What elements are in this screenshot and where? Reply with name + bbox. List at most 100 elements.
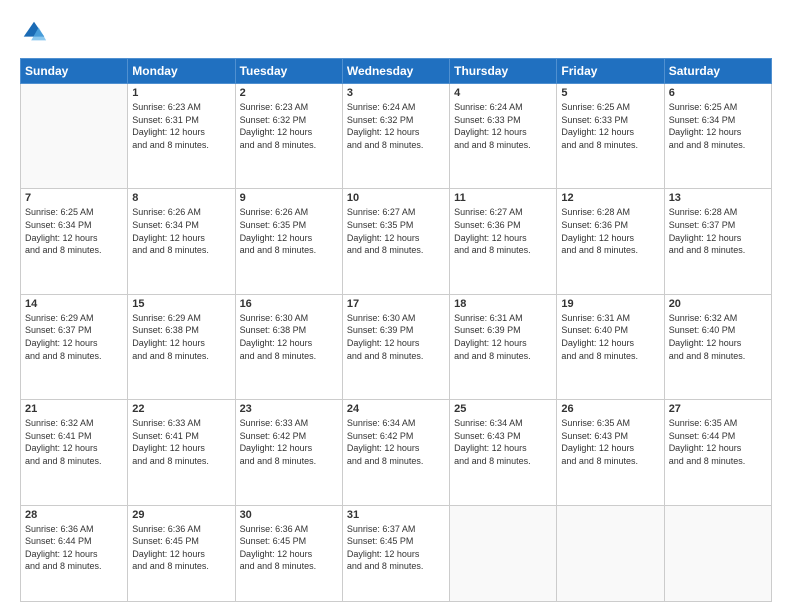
day-info: Sunrise: 6:26 AMSunset: 6:35 PMDaylight:… bbox=[240, 206, 338, 256]
day-number: 28 bbox=[25, 509, 123, 521]
day-info: Sunrise: 6:24 AMSunset: 6:32 PMDaylight:… bbox=[347, 101, 445, 151]
daylight-text: Daylight: 12 hoursand and 8 minutes. bbox=[240, 443, 317, 466]
day-info: Sunrise: 6:28 AM Sunset: 6:36 PM Daylight:… bbox=[561, 206, 659, 256]
day-number: 21 bbox=[25, 403, 123, 415]
daylight-text: Daylight: 12 hoursand and 8 minutes. bbox=[454, 338, 531, 361]
day-number: 22 bbox=[132, 403, 230, 415]
daylight-text: Daylight: 12 hoursand and 8 minutes. bbox=[347, 443, 424, 466]
day-info: Sunrise: 6:26 AMSunset: 6:34 PMDaylight:… bbox=[132, 206, 230, 256]
day-number: 7 bbox=[25, 192, 123, 204]
calendar-cell: 21 Sunrise: 6:32 AMSunset: 6:41 PMDayligh… bbox=[21, 400, 128, 505]
sunset-text: Sunset: 6:44 PM bbox=[669, 431, 736, 441]
day-info: Sunrise: 6:24 AMSunset: 6:33 PMDaylight:… bbox=[454, 101, 552, 151]
day-number: 1 bbox=[132, 87, 230, 99]
calendar-cell: 1 Sunrise: 6:23 AMSunset: 6:31 PMDaylight… bbox=[128, 84, 235, 189]
daylight-text: Daylight: 12 hoursand and 8 minutes. bbox=[132, 338, 209, 361]
calendar-cell: 12Sunrise: 6:28 AMSunset: 6:36 PMDayligh… bbox=[557, 189, 664, 294]
sunset-text: Sunset: 6:35 PM bbox=[240, 220, 307, 230]
sunset-text: Sunset: 6:38 PM bbox=[240, 325, 307, 335]
daylight-text: Daylight: 12 hoursand and 8 minutes. bbox=[240, 127, 317, 150]
day-info: Sunrise: 6:23 AMSunset: 6:31 PMDaylight:… bbox=[132, 101, 230, 151]
sunrise-text: Sunrise: 6:33 AM bbox=[132, 418, 201, 428]
day-info: Sunrise: 6:23 AMSunset: 6:32 PMDaylight:… bbox=[240, 101, 338, 151]
sunrise-text: Sunrise: 6:36 AM bbox=[240, 524, 309, 534]
sunset-text: Sunset: 6:43 PM bbox=[454, 431, 521, 441]
sunset-text: Sunset: 6:36 PM bbox=[561, 220, 628, 230]
sunset-text: Sunset: 6:37 PM bbox=[669, 220, 736, 230]
calendar-cell: 13Sunrise: 6:28 AMSunset: 6:37 PMDayligh… bbox=[664, 189, 771, 294]
daylight-text: Daylight: 12 hoursand and 8 minutes. bbox=[132, 233, 209, 256]
day-info: Sunrise: 6:25 AMSunset: 6:33 PMDaylight:… bbox=[561, 101, 659, 151]
calendar-cell: 23Sunrise: 6:33 AMSunset: 6:42 PMDayligh… bbox=[235, 400, 342, 505]
page: SundayMondayTuesdayWednesdayThursdayFrid… bbox=[0, 0, 792, 612]
daylight-text: Daylight: 12 hoursand and 8 minutes. bbox=[132, 549, 209, 572]
calendar-week-row: 21 Sunrise: 6:32 AMSunset: 6:41 PMDayligh… bbox=[21, 400, 772, 505]
sunrise-text: Sunrise: 6:34 AM bbox=[347, 418, 416, 428]
weekday-header: Thursday bbox=[450, 59, 557, 84]
calendar-cell: 11Sunrise: 6:27 AMSunset: 6:36 PMDayligh… bbox=[450, 189, 557, 294]
daylight-text: Daylight: 12 hoursand and 8 minutes. bbox=[669, 338, 746, 361]
sunset-text: Sunset: 6:44 PM bbox=[25, 536, 92, 546]
calendar-cell: 22 Sunrise: 6:33 AMSunset: 6:41 PMDayligh… bbox=[128, 400, 235, 505]
sunset-text: Sunset: 6:33 PM bbox=[454, 115, 521, 125]
calendar-cell: 16Sunrise: 6:30 AMSunset: 6:38 PMDayligh… bbox=[235, 294, 342, 399]
daylight-text: Daylight: 12 hoursand and 8 minutes. bbox=[25, 338, 102, 361]
sunset-text: Sunset: 6:43 PM bbox=[561, 431, 628, 441]
calendar-cell: 9Sunrise: 6:26 AMSunset: 6:35 PMDaylight… bbox=[235, 189, 342, 294]
calendar-cell: 19Sunrise: 6:31 AMSunset: 6:40 PMDayligh… bbox=[557, 294, 664, 399]
day-info: Sunrise: 6:34 AMSunset: 6:42 PMDaylight:… bbox=[347, 417, 445, 467]
day-info: Sunrise: 6:30 AMSunset: 6:39 PMDaylight:… bbox=[347, 312, 445, 362]
calendar-cell: 6Sunrise: 6:25 AMSunset: 6:34 PMDaylight… bbox=[664, 84, 771, 189]
calendar-cell: 8Sunrise: 6:26 AMSunset: 6:34 PMDaylight… bbox=[128, 189, 235, 294]
calendar-cell: 18Sunrise: 6:31 AMSunset: 6:39 PMDayligh… bbox=[450, 294, 557, 399]
day-info: Sunrise: 6:28 AMSunset: 6:37 PMDaylight:… bbox=[669, 206, 767, 256]
sunrise-text: Sunrise: 6:28 AM bbox=[561, 207, 630, 217]
sunrise-text: Sunrise: 6:26 AM bbox=[240, 207, 309, 217]
daylight-text: Daylight: 12 hoursand and 8 minutes. bbox=[132, 443, 209, 466]
daylight-text: Daylight: 12 hoursand and 8 minutes. bbox=[561, 127, 638, 150]
sunset-text: Sunset: 6:39 PM bbox=[454, 325, 521, 335]
calendar-week-row: 28Sunrise: 6:36 AMSunset: 6:44 PMDayligh… bbox=[21, 505, 772, 602]
sunset-text: Sunset: 6:34 PM bbox=[25, 220, 92, 230]
calendar-cell: 20Sunrise: 6:32 AMSunset: 6:40 PMDayligh… bbox=[664, 294, 771, 399]
daylight-text: Daylight: 12 hoursand and 8 minutes. bbox=[132, 127, 209, 150]
calendar-cell: 30Sunrise: 6:36 AMSunset: 6:45 PMDayligh… bbox=[235, 505, 342, 602]
calendar-cell: 5Sunrise: 6:25 AMSunset: 6:33 PMDaylight… bbox=[557, 84, 664, 189]
day-number: 25 bbox=[454, 403, 552, 415]
daylight-text: Daylight: 12 hoursand and 8 minutes. bbox=[240, 549, 317, 572]
day-number: 27 bbox=[669, 403, 767, 415]
day-info: Sunrise: 6:27 AMSunset: 6:36 PMDaylight:… bbox=[454, 206, 552, 256]
daylight-text: Daylight: 12 hoursand and 8 minutes. bbox=[240, 338, 317, 361]
day-number: 30 bbox=[240, 509, 338, 521]
sunrise-text: Sunrise: 6:32 AM bbox=[25, 418, 94, 428]
daylight-text: Daylight: 12 hoursand and 8 minutes. bbox=[561, 233, 638, 256]
weekday-header: Tuesday bbox=[235, 59, 342, 84]
sunrise-text: Sunrise: 6:31 AM bbox=[561, 313, 630, 323]
sunset-text: Sunset: 6:45 PM bbox=[347, 536, 414, 546]
calendar-cell: 15Sunrise: 6:29 AMSunset: 6:38 PMDayligh… bbox=[128, 294, 235, 399]
day-info: Sunrise: 6:33 AMSunset: 6:41 PMDaylight:… bbox=[132, 417, 230, 467]
sunrise-text: Sunrise: 6:32 AM bbox=[669, 313, 738, 323]
day-number: 16 bbox=[240, 298, 338, 310]
daylight-text: Daylight: 12 hoursand and 8 minutes. bbox=[669, 127, 746, 150]
calendar-cell: 31Sunrise: 6:37 AMSunset: 6:45 PMDayligh… bbox=[342, 505, 449, 602]
logo-icon bbox=[20, 18, 48, 46]
sunrise-text: Sunrise: 6:30 AM bbox=[347, 313, 416, 323]
day-info: Sunrise: 6:36 AMSunset: 6:44 PMDaylight:… bbox=[25, 523, 123, 573]
weekday-header: Friday bbox=[557, 59, 664, 84]
calendar-cell bbox=[664, 505, 771, 602]
day-info: Sunrise: 6:29 AMSunset: 6:37 PMDaylight:… bbox=[25, 312, 123, 362]
calendar-cell bbox=[21, 84, 128, 189]
sunrise-text: Sunrise: 6:37 AM bbox=[347, 524, 416, 534]
daylight-text: Daylight: 12 hoursand and 8 minutes. bbox=[454, 127, 531, 150]
day-info: Sunrise: 6:32 AMSunset: 6:41 PMDaylight:… bbox=[25, 417, 123, 467]
calendar-week-row: 7Sunrise: 6:25 AMSunset: 6:34 PMDaylight… bbox=[21, 189, 772, 294]
calendar-header-row: SundayMondayTuesdayWednesdayThursdayFrid… bbox=[21, 59, 772, 84]
day-number: 31 bbox=[347, 509, 445, 521]
sunrise-text: Sunrise: 6:36 AM bbox=[132, 524, 201, 534]
daylight-text: Daylight: 12 hoursand and 8 minutes. bbox=[669, 233, 746, 256]
day-info: Sunrise: 6:35 AMSunset: 6:44 PMDaylight:… bbox=[669, 417, 767, 467]
sunset-text: Sunset: 6:37 PM bbox=[25, 325, 92, 335]
calendar-cell: 28 Sunrise: 6:36 AMSunset: 6:44 PMDayligh… bbox=[21, 505, 128, 602]
sunrise-text: Sunrise: 6:35 AM bbox=[561, 418, 630, 428]
